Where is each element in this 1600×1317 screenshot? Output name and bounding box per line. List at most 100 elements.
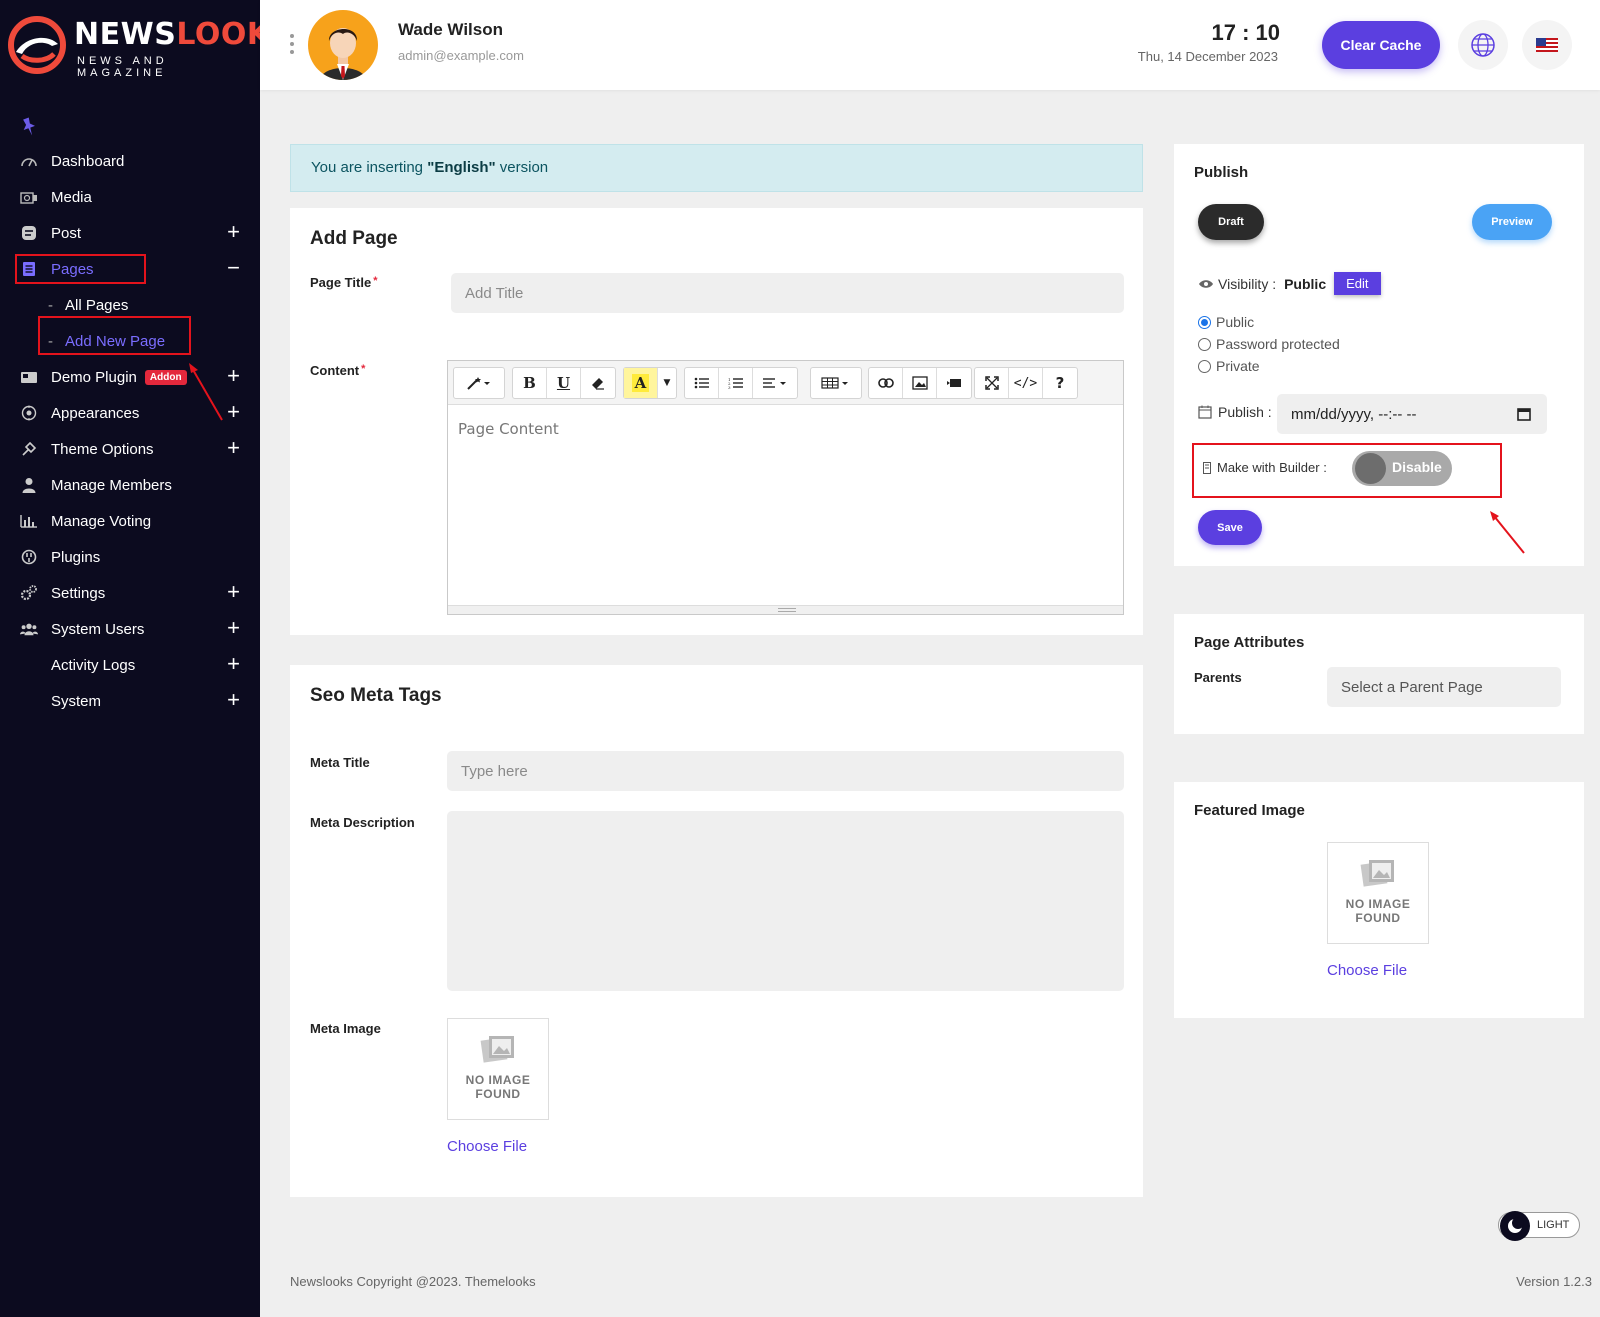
bold-button[interactable]: B (513, 368, 547, 398)
no-image-text: NO IMAGE FOUND (465, 1073, 531, 1101)
calendar-picker-icon[interactable] (1517, 407, 1531, 421)
underline-button[interactable]: U (547, 368, 581, 398)
publish-datetime-placeholder: mm/dd/yyyy, --:-- -- (1291, 405, 1417, 423)
calendar-icon (1198, 405, 1212, 419)
style-group (453, 367, 505, 399)
sidebar-item-manage-members[interactable]: Manage Members (0, 467, 260, 503)
visibility-edit-button[interactable]: Edit (1334, 272, 1381, 295)
radio-private[interactable] (1198, 359, 1211, 373)
numbered-list-icon[interactable]: 123 (719, 368, 753, 398)
addon-badge: Addon (144, 369, 187, 385)
expand-icon[interactable]: + (227, 653, 240, 675)
appearance-icon (20, 405, 38, 421)
fullscreen-icon[interactable] (975, 368, 1009, 398)
page-title-input[interactable]: Add Title (451, 273, 1124, 313)
video-icon[interactable] (937, 368, 971, 398)
sidebar-nav: Dashboard Media Post + Pages − - All Pag… (0, 143, 260, 719)
link-icon[interactable] (869, 368, 903, 398)
code-view-button[interactable]: </> (1009, 368, 1043, 398)
draft-button[interactable]: Draft (1198, 204, 1264, 240)
expand-icon[interactable]: + (227, 617, 240, 639)
sidebar-item-plugins[interactable]: Plugins (0, 539, 260, 575)
footer-version: Version 1.2.3 (1516, 1274, 1592, 1289)
visibility-option-private[interactable]: Private (1198, 358, 1260, 374)
avatar[interactable] (308, 10, 378, 80)
user-icon (20, 477, 38, 493)
table-icon[interactable] (811, 368, 861, 398)
bullet-list-icon[interactable] (685, 368, 719, 398)
sidebar-item-settings[interactable]: Settings + (0, 575, 260, 611)
color-dropdown-icon[interactable]: ▼ (658, 368, 676, 398)
meta-image-preview[interactable]: NO IMAGE FOUND (447, 1018, 549, 1120)
sidebar-item-system-users[interactable]: System Users + (0, 611, 260, 647)
eraser-icon[interactable] (581, 368, 615, 398)
publish-datetime-input[interactable]: mm/dd/yyyy, --:-- -- (1277, 394, 1547, 434)
expand-icon[interactable]: + (227, 221, 240, 243)
visibility-option-public[interactable]: Public (1198, 314, 1254, 330)
sidebar-item-manage-voting[interactable]: Manage Voting (0, 503, 260, 539)
preview-button[interactable]: Preview (1472, 204, 1552, 240)
expand-icon[interactable]: + (227, 401, 240, 423)
sidebar-item-label: Activity Logs (51, 656, 136, 674)
publish-title: Publish (1194, 164, 1249, 181)
editor-toolbar: B U A ▼ 123 </> ? (448, 361, 1123, 405)
publish-date-row: Publish : (1198, 404, 1272, 420)
svg-text:3: 3 (728, 385, 731, 389)
sidebar-item-activity-logs[interactable]: Activity Logs + (0, 647, 260, 683)
magic-wand-icon[interactable] (454, 368, 504, 398)
featured-image-preview[interactable]: NO IMAGE FOUND (1327, 842, 1429, 944)
featured-image-choose-file-link[interactable]: Choose File (1327, 962, 1407, 979)
globe-icon (1471, 33, 1495, 57)
language-flag-button[interactable] (1522, 20, 1572, 70)
no-image-icon (480, 1036, 514, 1063)
expand-icon[interactable]: + (227, 581, 240, 603)
content-label: Content * (310, 363, 366, 378)
meta-title-input[interactable]: Type here (447, 751, 1124, 791)
editor-resize-bar[interactable] (448, 605, 1123, 614)
meta-description-textarea[interactable] (447, 811, 1124, 991)
publish-date-label: Publish : (1218, 404, 1272, 420)
language-globe-button[interactable] (1458, 20, 1508, 70)
content-editor[interactable]: B U A ▼ 123 </> ? Page Content (447, 360, 1124, 615)
expand-icon[interactable]: + (227, 437, 240, 459)
sidebar-item-label: System (51, 692, 102, 710)
meta-image-label: Meta Image (310, 1021, 381, 1036)
clear-cache-button[interactable]: Clear Cache (1322, 21, 1440, 69)
builder-toggle[interactable]: Disable (1352, 451, 1452, 486)
pin-icon[interactable] (18, 116, 40, 138)
radio-password-protected[interactable] (1198, 337, 1211, 351)
sidebar-item-label: Plugins (51, 548, 101, 566)
sidebar-item-theme-options[interactable]: Theme Options + (0, 431, 260, 467)
users-icon (20, 621, 38, 637)
builder-icon (1203, 461, 1211, 474)
collapse-icon[interactable]: − (227, 257, 240, 279)
save-button[interactable]: Save (1198, 510, 1262, 545)
brand-logo[interactable]: NEWSLOOKS NEWS AND MAGAZINE (6, 14, 292, 79)
editor-body[interactable]: Page Content (448, 405, 1123, 453)
insert-group (868, 367, 972, 399)
chart-icon (20, 513, 38, 529)
resize-grip-icon[interactable] (778, 608, 796, 612)
kebab-menu-icon[interactable] (289, 34, 295, 58)
sidebar-item-label: Manage Members (51, 476, 172, 494)
sidebar-item-system[interactable]: System + (0, 683, 260, 719)
align-dropdown-icon[interactable] (753, 368, 797, 398)
sidebar-item-label: Demo Plugin (51, 368, 137, 386)
moon-icon (1500, 1211, 1530, 1241)
visibility-value: Public (1284, 275, 1327, 292)
help-button[interactable]: ? (1043, 368, 1077, 398)
sidebar-item-media[interactable]: Media (0, 179, 260, 215)
sidebar-item-post[interactable]: Post + (0, 215, 260, 251)
expand-icon[interactable]: + (227, 365, 240, 387)
meta-image-choose-file-link[interactable]: Choose File (447, 1138, 527, 1155)
parent-page-select[interactable]: Select a Parent Page (1327, 667, 1561, 707)
add-page-title: Add Page (310, 228, 398, 249)
sidebar-item-dashboard[interactable]: Dashboard (0, 143, 260, 179)
visibility-option-password[interactable]: Password protected (1198, 336, 1340, 352)
radio-public[interactable] (1198, 315, 1211, 329)
image-icon[interactable] (903, 368, 937, 398)
format-group: B U (512, 367, 616, 399)
font-color-button[interactable]: A (624, 368, 658, 398)
expand-icon[interactable]: + (227, 689, 240, 711)
theme-toggle[interactable]: LIGHT (1498, 1211, 1580, 1241)
